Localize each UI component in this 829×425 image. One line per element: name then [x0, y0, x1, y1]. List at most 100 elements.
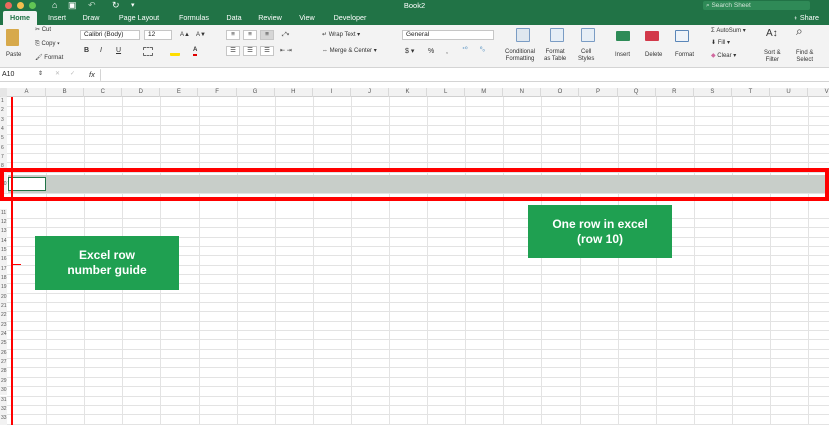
insert-function-icon[interactable]: fx	[89, 71, 95, 79]
format-cells-button[interactable]: Format	[675, 52, 694, 59]
sort-filter-icon[interactable]: A↕	[766, 29, 778, 39]
fill-button[interactable]: ⬇ Fill ▾	[711, 40, 730, 47]
row-header-28[interactable]: 28	[0, 367, 7, 377]
share-button[interactable]: ⍖ Share	[794, 11, 820, 25]
fill-color-icon[interactable]	[170, 47, 180, 56]
cell-styles-icon[interactable]	[581, 28, 595, 42]
column-header-A[interactable]: A	[8, 88, 47, 97]
row-header-7[interactable]: 7	[0, 153, 7, 163]
row-header-25[interactable]: 25	[0, 339, 7, 349]
cell-styles-button[interactable]: Cell Styles	[578, 49, 594, 63]
sort-filter-button[interactable]: Sort & Filter	[764, 50, 781, 64]
row-header-6[interactable]: 6	[0, 143, 7, 154]
conditional-formatting-button[interactable]: Conditional Formatting	[505, 49, 535, 63]
tab-home[interactable]: Home	[3, 11, 37, 25]
conditional-formatting-icon[interactable]	[516, 28, 530, 42]
cancel-icon[interactable]: ✕	[55, 71, 60, 78]
row-header-15[interactable]: 15	[0, 245, 7, 256]
currency-button[interactable]: $ ▾	[405, 48, 414, 55]
row-header-13[interactable]: 13	[0, 227, 7, 237]
find-select-icon[interactable]: ⌕	[796, 25, 803, 37]
merge-center-button[interactable]: ⇔ Merge & Center ▾	[322, 48, 377, 55]
tab-insert[interactable]: Insert	[42, 11, 72, 25]
decrease-decimal-button[interactable]: ⁰₀	[480, 47, 485, 54]
column-header-O[interactable]: O	[541, 88, 580, 97]
tab-formulas[interactable]: Formulas	[174, 11, 214, 25]
italic-button[interactable]: I	[100, 47, 102, 54]
format-as-table-button[interactable]: Format as Table	[544, 49, 566, 63]
column-header-D[interactable]: D	[122, 88, 161, 97]
indent-icons[interactable]: ⇤ ⇥	[280, 48, 292, 55]
tab-data[interactable]: Data	[222, 11, 246, 25]
format-painter-button[interactable]: 🖌 Format	[35, 55, 63, 62]
row-header-22[interactable]: 22	[0, 311, 7, 321]
name-box[interactable]: A10	[2, 70, 42, 80]
wrap-text-button[interactable]: ↵ Wrap Text ▾	[322, 32, 360, 39]
autosum-button[interactable]: Σ AutoSum ▾	[711, 28, 746, 35]
column-header-E[interactable]: E	[160, 88, 199, 97]
align-top-button[interactable]: ≡	[226, 30, 240, 40]
font-color-icon[interactable]: A	[193, 47, 198, 56]
column-header-F[interactable]: F	[199, 88, 237, 97]
formula-input[interactable]	[100, 69, 828, 81]
row-header-21[interactable]: 21	[0, 302, 7, 312]
column-header-J[interactable]: J	[351, 88, 389, 97]
search-sheet-input[interactable]: ⌕ Search Sheet	[703, 1, 810, 10]
column-header-C[interactable]: C	[84, 88, 123, 97]
align-left-button[interactable]: ☰	[226, 46, 240, 56]
format-as-table-icon[interactable]	[550, 28, 564, 42]
percent-button[interactable]: %	[428, 48, 434, 55]
delete-cells-icon[interactable]	[645, 31, 659, 41]
column-header-N[interactable]: N	[503, 88, 542, 97]
cut-button[interactable]: ✂ Cut	[35, 27, 51, 34]
column-header-T[interactable]: T	[732, 88, 770, 97]
paste-label[interactable]: Paste	[6, 52, 21, 59]
row-header-19[interactable]: 19	[0, 283, 7, 293]
row-header-14[interactable]: 14	[0, 236, 7, 246]
column-header-V[interactable]: V	[808, 88, 829, 97]
row-header-32[interactable]: 32	[0, 404, 7, 415]
row-header-20[interactable]: 20	[0, 292, 7, 302]
column-header-U[interactable]: U	[770, 88, 809, 97]
row-header-33[interactable]: 33	[0, 414, 7, 424]
tab-developer[interactable]: Developer	[328, 11, 372, 25]
column-header-Q[interactable]: Q	[618, 88, 656, 97]
row-header-17[interactable]: 17	[0, 264, 7, 274]
delete-cells-button[interactable]: Delete	[645, 52, 662, 59]
column-header-K[interactable]: K	[389, 88, 428, 97]
underline-button[interactable]: U	[116, 47, 121, 54]
decrease-font-button[interactable]: A▼	[196, 32, 206, 39]
align-middle-button[interactable]: ≡	[243, 30, 257, 40]
row-header-27[interactable]: 27	[0, 358, 7, 368]
select-all-corner[interactable]	[0, 88, 7, 97]
column-header-H[interactable]: H	[275, 88, 313, 97]
format-cells-icon[interactable]	[675, 30, 689, 42]
borders-icon[interactable]	[143, 47, 153, 56]
row-header-3[interactable]: 3	[0, 115, 7, 126]
tab-review[interactable]: Review	[254, 11, 286, 25]
paste-icon[interactable]	[6, 29, 19, 46]
tab-view[interactable]: View	[295, 11, 319, 25]
row-header-23[interactable]: 23	[0, 320, 7, 331]
column-header-I[interactable]: I	[313, 88, 351, 97]
increase-font-button[interactable]: A▲	[180, 32, 190, 39]
row-header-2[interactable]: 2	[0, 106, 7, 116]
row-header-29[interactable]: 29	[0, 376, 7, 387]
column-header-S[interactable]: S	[694, 88, 732, 97]
row-header-4[interactable]: 4	[0, 125, 7, 135]
column-header-R[interactable]: R	[656, 88, 694, 97]
align-bottom-button[interactable]: ≡	[260, 30, 274, 40]
tab-draw[interactable]: Draw	[78, 11, 104, 25]
row-header-24[interactable]: 24	[0, 330, 7, 340]
find-select-button[interactable]: Find & Select	[796, 50, 813, 64]
comma-button[interactable]: ,	[446, 48, 448, 55]
column-header-G[interactable]: G	[237, 88, 275, 97]
row-header-5[interactable]: 5	[0, 134, 7, 144]
insert-cells-button[interactable]: Insert	[615, 52, 630, 59]
row-header-1[interactable]: 1	[0, 97, 7, 107]
insert-cells-icon[interactable]	[616, 31, 630, 41]
enter-icon[interactable]: ✓	[70, 71, 75, 78]
row-header-26[interactable]: 26	[0, 348, 7, 359]
orientation-icon[interactable]: ⤢▾	[282, 32, 289, 39]
column-header-P[interactable]: P	[580, 88, 618, 97]
